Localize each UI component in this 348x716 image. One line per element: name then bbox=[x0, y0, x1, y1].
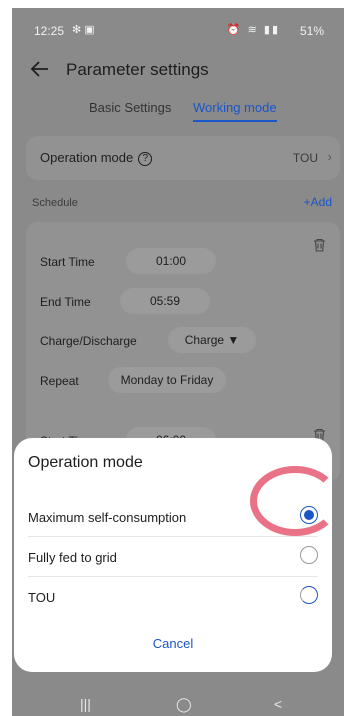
trash-icon[interactable] bbox=[313, 238, 326, 255]
battery-level: 51% bbox=[299, 24, 324, 38]
status-system-icons: ✻ ▣ bbox=[72, 24, 95, 36]
end-time-field[interactable]: 05:59 bbox=[120, 288, 210, 314]
operation-mode-row[interactable]: Operation mode? TOU › bbox=[26, 136, 340, 180]
schedule-heading: Schedule bbox=[32, 197, 78, 209]
option-fully-fed-to-grid[interactable]: Fully fed to grid bbox=[28, 536, 318, 576]
end-time-label: End Time bbox=[40, 295, 91, 309]
tab-working-mode-label: Working mode bbox=[193, 100, 277, 115]
start-time-field[interactable]: 01:00 bbox=[126, 248, 216, 274]
charge-discharge-label: Charge/Discharge bbox=[40, 334, 137, 348]
repeat-field[interactable]: Monday to Friday bbox=[108, 367, 226, 393]
radio-unselected-icon[interactable] bbox=[300, 586, 318, 604]
status-bar: 12:25 ✻ ▣ ⏰ ≋ ▮▮ 51% bbox=[12, 8, 344, 44]
home-button[interactable]: ◯ bbox=[176, 696, 192, 713]
operation-mode-label: Operation mode? bbox=[40, 150, 153, 166]
tab-basic-settings[interactable]: Basic Settings bbox=[89, 100, 171, 115]
caret-down-icon: ▼ bbox=[227, 333, 240, 347]
chevron-right-icon: › bbox=[327, 149, 332, 164]
add-schedule-button[interactable]: +Add bbox=[304, 195, 332, 209]
back-button[interactable]: < bbox=[274, 696, 282, 712]
option-label: Fully fed to grid bbox=[28, 550, 117, 565]
active-tab-underline bbox=[193, 120, 277, 122]
help-icon[interactable]: ? bbox=[138, 152, 153, 166]
charge-discharge-select[interactable]: Charge ▼ bbox=[168, 327, 256, 353]
sheet-title: Operation mode bbox=[28, 454, 143, 471]
system-nav-bar: ||| ◯ < bbox=[12, 694, 344, 716]
tab-working-mode[interactable]: Working mode bbox=[193, 100, 277, 122]
app-header: Parameter settings bbox=[12, 50, 344, 90]
operation-mode-value: TOU bbox=[292, 151, 318, 165]
option-label: TOU bbox=[28, 590, 56, 605]
option-tou[interactable]: TOU bbox=[28, 576, 318, 616]
recent-apps-button[interactable]: ||| bbox=[80, 696, 91, 712]
repeat-label: Repeat bbox=[40, 374, 79, 388]
status-right-icons: ⏰ ≋ ▮▮ bbox=[226, 24, 280, 36]
cancel-button[interactable]: Cancel bbox=[14, 636, 332, 651]
start-time-label: Start Time bbox=[40, 255, 95, 269]
back-arrow-icon[interactable] bbox=[30, 59, 50, 83]
tab-bar: Basic Settings Working mode bbox=[12, 100, 344, 130]
radio-unselected-icon[interactable] bbox=[300, 546, 318, 564]
page-title: Parameter settings bbox=[66, 60, 209, 79]
highlight-annotation bbox=[250, 466, 340, 536]
status-time: 12:25 bbox=[34, 24, 65, 38]
option-label: Maximum self-consumption bbox=[28, 510, 187, 525]
